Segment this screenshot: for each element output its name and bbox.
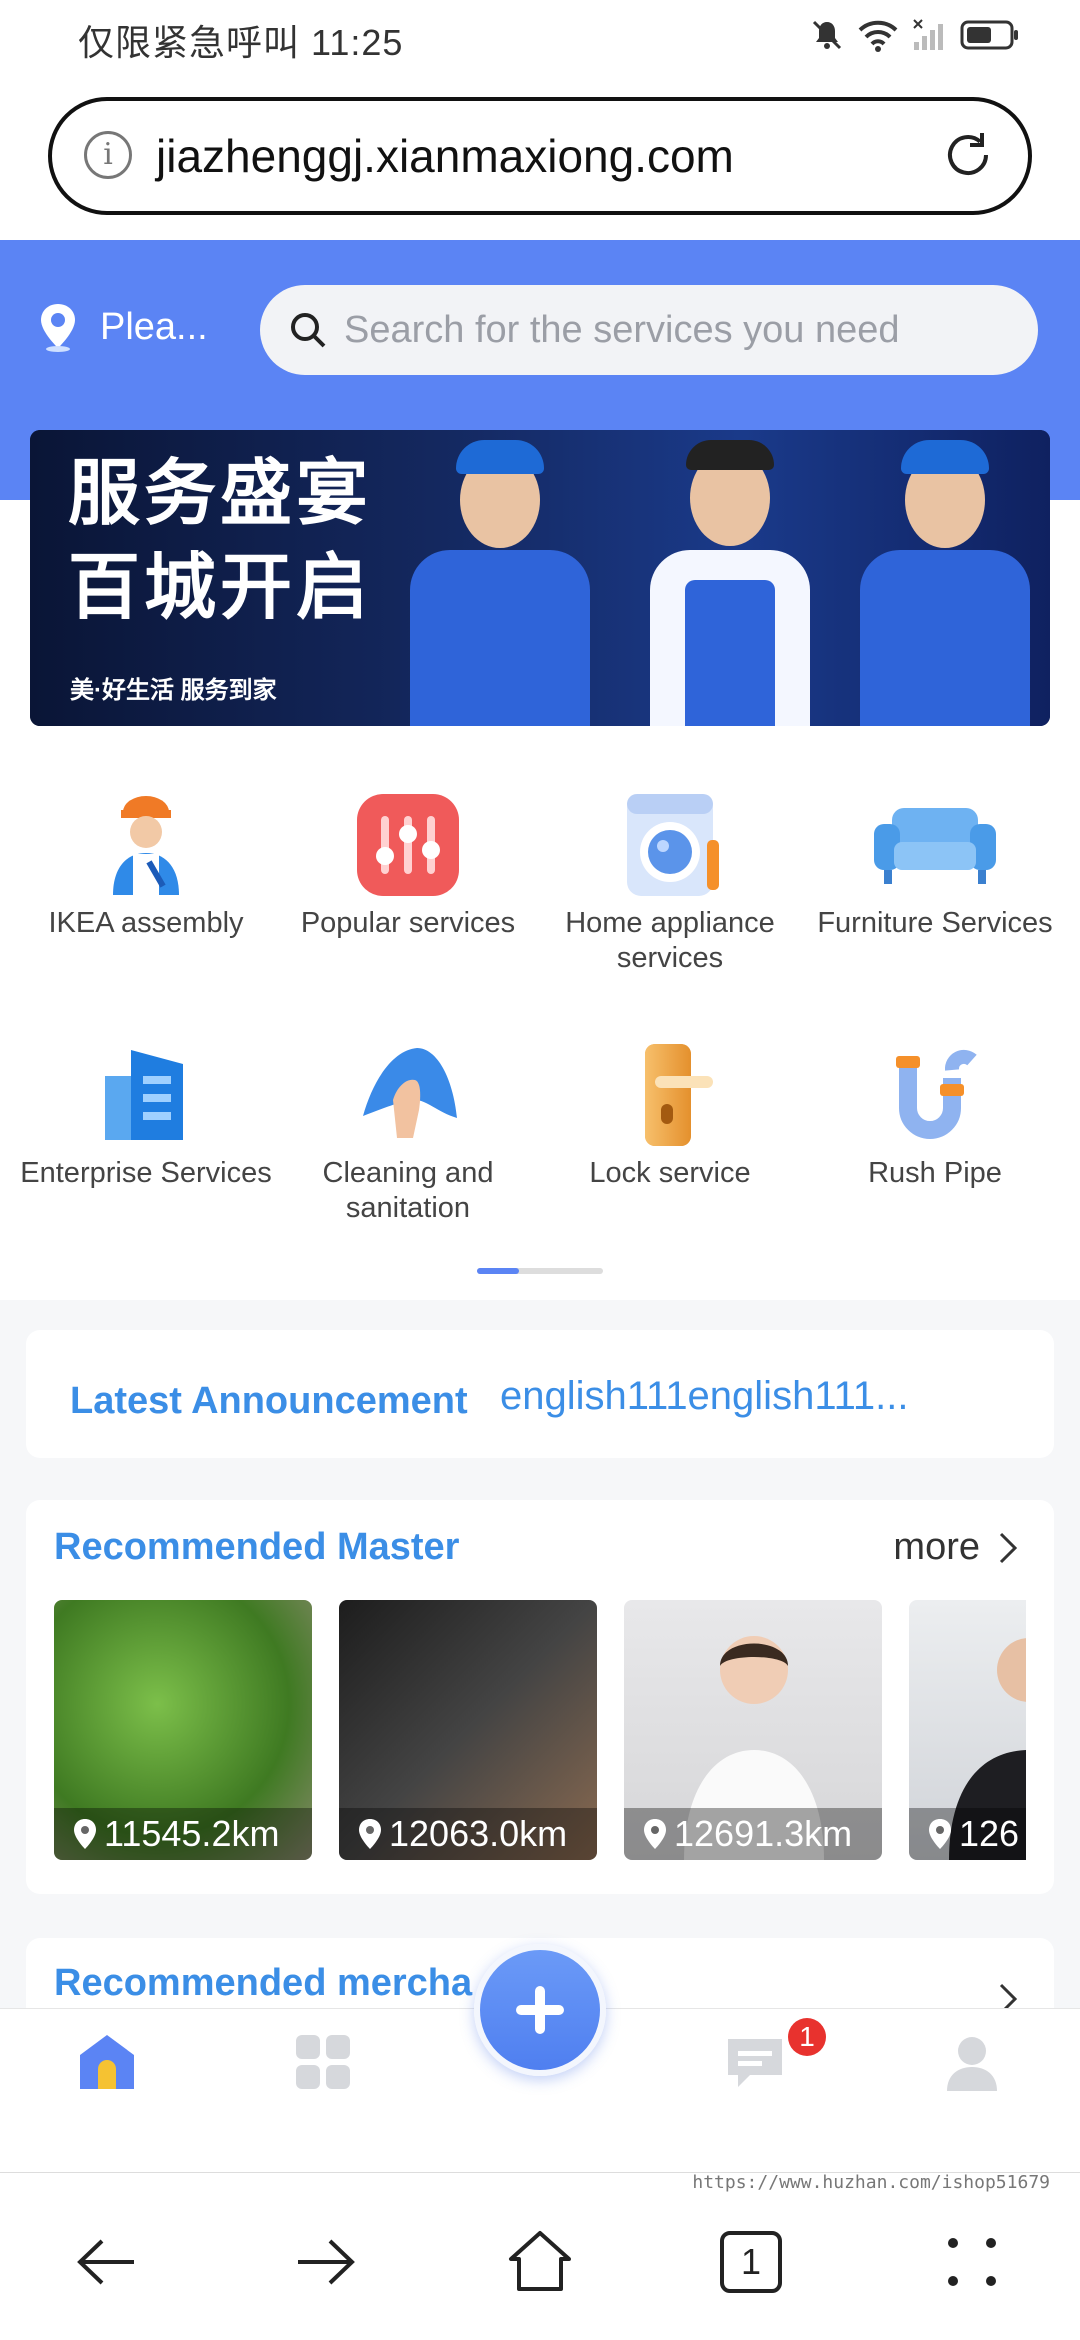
category-rush-pipe[interactable]: Rush Pipe [805, 1040, 1065, 1191]
master-distance-value: 126 [959, 1813, 1020, 1854]
location-pin-icon [929, 1819, 951, 1849]
tab-message-icon[interactable] [720, 2027, 790, 2097]
master-card[interactable]: 12691.3km [624, 1600, 882, 1860]
watermark: https://www.huzhan.com/ishop51679 [692, 2172, 1050, 2193]
message-badge: 1 [788, 2018, 826, 2056]
master-distance: 12691.3km [624, 1808, 882, 1860]
location-label: Plea... [100, 305, 208, 348]
master-distance: 126 [909, 1808, 1026, 1860]
banner-subtitle: 美·好生活 服务到家 [70, 677, 277, 704]
pipe-icon [880, 1040, 990, 1150]
recommended-master-card: Recommended Master more 11545.2km 12063.… [26, 1500, 1054, 1894]
location-pin-icon [644, 1819, 666, 1849]
recommended-master-title: Recommended Master [54, 1526, 460, 1568]
reload-icon[interactable] [938, 125, 998, 185]
announcement-card[interactable]: Latest Announcement english111english111… [26, 1330, 1054, 1458]
more-label: more [893, 1526, 980, 1568]
category-lock-service[interactable]: Lock service [540, 1040, 800, 1191]
category-label: Furniture Services [817, 907, 1053, 939]
tab-category-icon[interactable] [288, 2027, 358, 2097]
category-furniture-services[interactable]: Furniture Services [805, 790, 1065, 941]
master-card[interactable]: 12063.0km [339, 1600, 597, 1860]
status-icons [810, 18, 1020, 52]
master-distance: 12063.0km [339, 1808, 597, 1860]
page-indicator-active [477, 1268, 519, 1274]
location-selector[interactable]: Plea... [38, 302, 208, 352]
signal-icon [913, 19, 943, 50]
status-carrier-time: 仅限紧急呼叫 11:25 [78, 22, 404, 63]
search-placeholder: Search for the services you need [344, 308, 900, 351]
announcement-text[interactable]: english111english111... [500, 1374, 908, 1419]
category-cleaning[interactable]: Cleaning and sanitation [278, 1040, 538, 1226]
content-area: Latest Announcement english111english111… [0, 1300, 1080, 2028]
category-home-appliance[interactable]: Home appliance services [540, 790, 800, 976]
category-ikea-assembly[interactable]: IKEA assembly [16, 790, 276, 941]
location-pin-icon [74, 1819, 96, 1849]
mute-icon [812, 20, 842, 50]
banner-title-line2: 百城开启 [68, 545, 373, 629]
search-input[interactable]: Search for the services you need [260, 285, 1038, 375]
url-text[interactable]: jiazhenggj.xianmaxiong.com [156, 129, 734, 183]
battery-icon [960, 20, 1018, 50]
category-page-indicator [477, 1268, 603, 1274]
promo-banner[interactable]: 服务盛宴 百城开启 美·好生活 服务到家 [30, 430, 1050, 726]
forward-arrow-icon[interactable] [290, 2227, 360, 2297]
home-icon[interactable] [505, 2227, 575, 2297]
master-card[interactable]: 11545.2km [54, 1600, 312, 1860]
tabs-button[interactable]: 1 [720, 2231, 782, 2293]
washing-machine-icon [615, 790, 725, 900]
tab-count: 1 [740, 2241, 762, 2282]
location-pin-icon [41, 304, 75, 352]
more-menu-icon[interactable] [937, 2227, 1007, 2297]
category-label: Lock service [589, 1157, 751, 1189]
more-link[interactable]: more [893, 1526, 1018, 1569]
browser-nav-bar: 1 [0, 2172, 1080, 2340]
plus-icon [516, 1986, 564, 2034]
category-label: IKEA assembly [48, 907, 244, 939]
info-icon[interactable]: i [84, 131, 132, 179]
location-pin-icon [359, 1819, 381, 1849]
category-label: Rush Pipe [868, 1157, 1002, 1189]
tab-profile-icon[interactable] [937, 2027, 1007, 2097]
banner-worker-2 [630, 430, 830, 726]
wifi-icon [858, 20, 898, 52]
banner-worker-3 [840, 430, 1050, 726]
announcement-title: Latest Announcement [70, 1380, 468, 1422]
category-enterprise-services[interactable]: Enterprise Services [16, 1040, 276, 1191]
worker-icon [91, 790, 201, 900]
tab-home-icon[interactable] [72, 2027, 142, 2097]
banner-title-line1: 服务盛宴 [68, 451, 373, 535]
banner-worker-1 [390, 430, 610, 726]
master-distance-value: 12691.3km [674, 1813, 853, 1854]
master-distance-value: 11545.2km [104, 1813, 280, 1854]
category-label: Enterprise Services [20, 1157, 272, 1189]
category-label: Popular services [300, 907, 516, 939]
chevron-right-icon [999, 1532, 1018, 1563]
master-distance-value: 12063.0km [389, 1813, 568, 1854]
category-label: Home appliance services [565, 907, 775, 974]
recommended-merchant-title: Recommended mercha [54, 1962, 473, 2004]
back-arrow-icon[interactable] [72, 2227, 142, 2297]
category-label: Cleaning and sanitation [322, 1157, 494, 1224]
banner-title: 服务盛宴 百城开启 [68, 446, 372, 634]
cleaning-cloth-icon [353, 1040, 463, 1150]
master-list: 11545.2km 12063.0km 12691.3km 126 [54, 1600, 1026, 1864]
address-bar[interactable]: i jiazhenggj.xianmaxiong.com [48, 97, 1032, 215]
search-icon [291, 313, 326, 348]
add-button[interactable] [474, 1944, 606, 2076]
sliders-icon [353, 790, 463, 900]
category-popular-services[interactable]: Popular services [278, 790, 538, 941]
master-card[interactable]: 126 [909, 1600, 1026, 1860]
master-distance: 11545.2km [54, 1808, 312, 1860]
status-bar: 仅限紧急呼叫 11:25 [0, 0, 1080, 75]
sofa-icon [874, 790, 996, 900]
building-icon [91, 1040, 201, 1150]
door-lock-icon [615, 1040, 725, 1150]
